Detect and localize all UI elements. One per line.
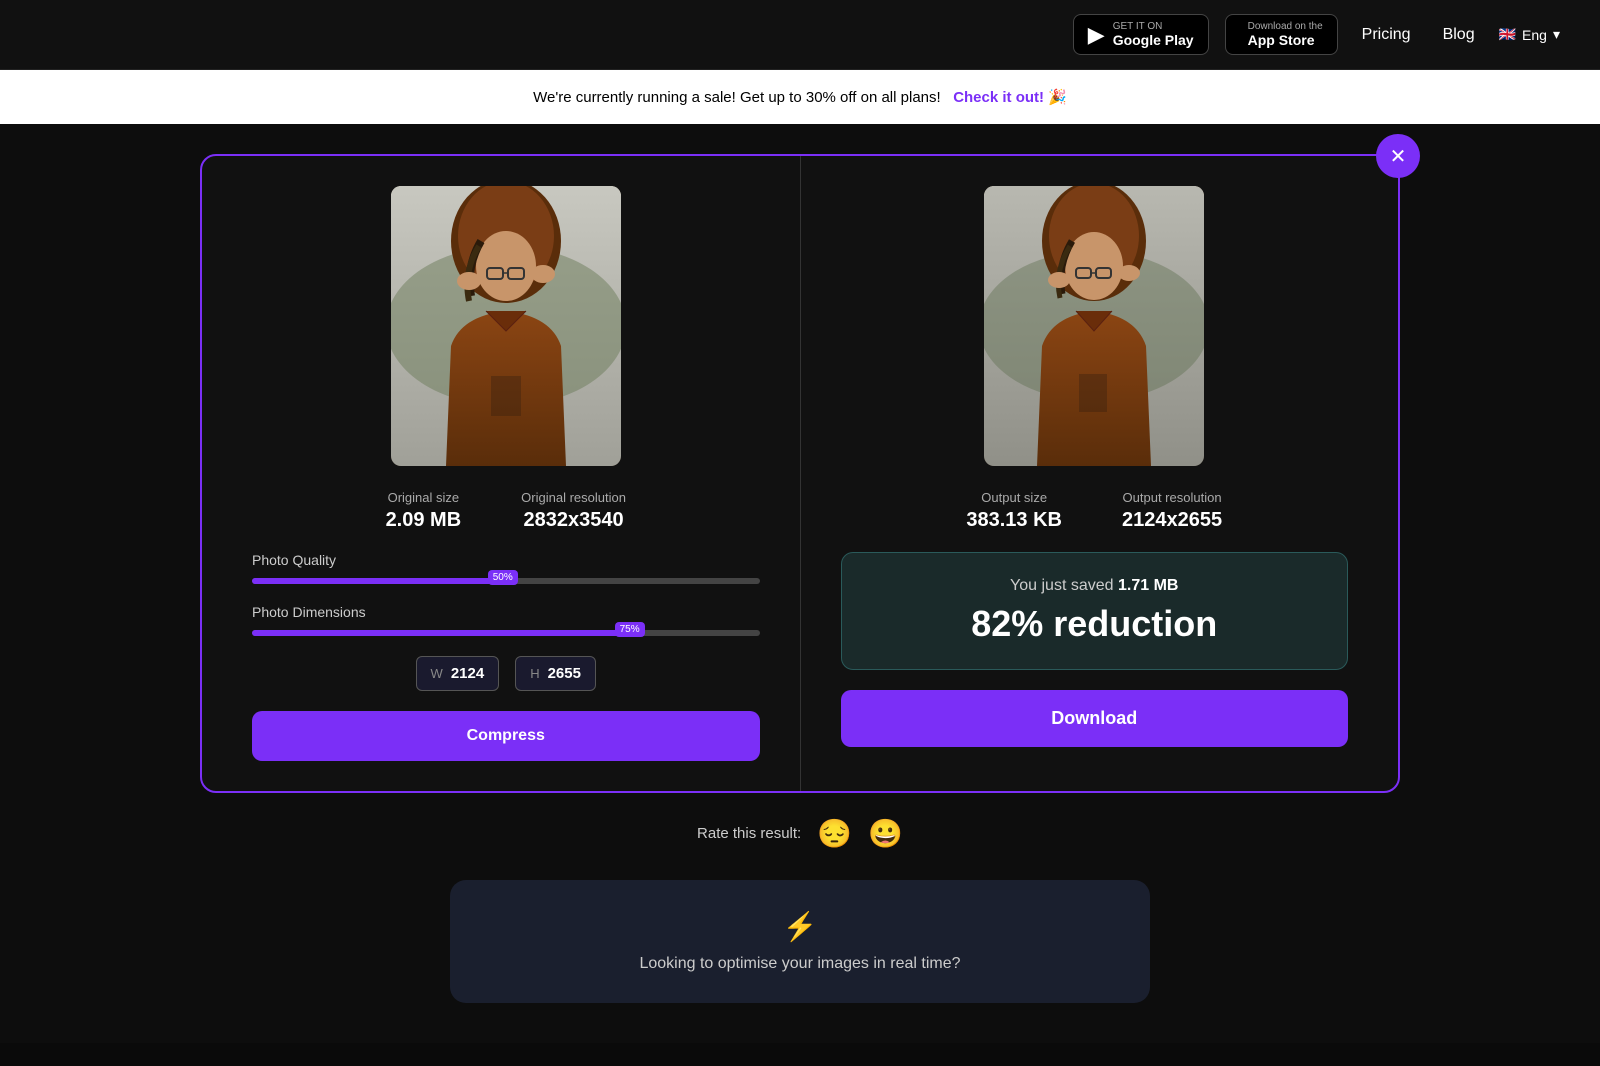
google-play-badge[interactable]: ▶ GET IT ON Google Play [1073,14,1209,55]
output-resolution-value: 2124x2655 [1122,509,1222,532]
chevron-down-icon: ▾ [1553,26,1560,43]
original-info-row: Original size 2.09 MB Original resolutio… [252,490,760,532]
original-size-value: 2.09 MB [386,509,462,532]
original-image-preview [252,186,760,466]
output-info-row: Output size 383.13 KB Output resolution … [841,490,1349,532]
original-resolution-item: Original resolution 2832x3540 [521,490,626,532]
main-content: ✕ [0,124,1600,1043]
savings-label: You just saved [1010,577,1113,594]
savings-amount: 1.71 MB [1118,577,1178,594]
happy-rating-button[interactable]: 😀 [868,817,903,850]
dimensions-label: Photo Dimensions [252,604,760,620]
app-store-badge[interactable]: Download on the App Store [1225,14,1338,55]
dimensions-slider-fill [252,630,633,636]
top-nav: ▶ GET IT ON Google Play Download on the … [0,0,1600,70]
output-resolution-label: Output resolution [1122,490,1222,505]
download-button[interactable]: Download [841,690,1349,747]
rating-row: Rate this result: 😔 😀 [40,817,1560,850]
app-store-sub: Download on the [1248,21,1323,32]
original-image [391,186,621,466]
savings-text: You just saved 1.71 MB [882,577,1308,595]
quality-slider-track[interactable]: 50% [252,578,760,584]
pricing-link[interactable]: Pricing [1354,22,1419,48]
original-resolution-label: Original resolution [521,490,626,505]
output-image [984,186,1204,466]
savings-box: You just saved 1.71 MB 82% reduction [841,552,1349,670]
sad-rating-button[interactable]: 😔 [817,817,852,850]
promo-box: ⚡ Looking to optimise your images in rea… [450,880,1150,1003]
google-play-icon: ▶ [1088,22,1105,48]
app-store-name: App Store [1248,32,1323,48]
quality-slider-container: Photo Quality 50% [252,552,760,584]
width-value: 2124 [451,665,484,682]
dimensions-slider-container: Photo Dimensions 75% [252,604,760,636]
quality-slider-thumb: 50% [488,570,518,585]
flag-icon: 🇬🇧 [1499,26,1516,43]
close-button[interactable]: ✕ [1376,134,1420,178]
output-image-preview [984,186,1204,466]
right-panel: Output size 383.13 KB Output resolution … [801,156,1399,791]
comparison-container: ✕ [200,154,1400,793]
sale-text: We're currently running a sale! Get up t… [533,89,941,106]
quality-label: Photo Quality [252,552,760,568]
height-input[interactable]: H 2655 [515,656,596,691]
language-selector[interactable]: 🇬🇧 Eng ▾ [1499,26,1560,43]
original-size-label: Original size [386,490,462,505]
savings-percent: 82% reduction [882,603,1308,645]
sale-banner: We're currently running a sale! Get up t… [0,70,1600,124]
promo-icon: ⚡ [783,910,818,943]
lang-label: Eng [1522,27,1547,43]
compress-button[interactable]: Compress [252,711,760,761]
original-size-item: Original size 2.09 MB [386,490,462,532]
width-label: W [431,666,443,681]
height-value: 2655 [548,665,581,682]
output-size-label: Output size [966,490,1062,505]
blog-link[interactable]: Blog [1435,22,1483,48]
quality-slider-fill [252,578,506,584]
promo-text: Looking to optimise your images in real … [639,955,960,973]
left-panel: Original size 2.09 MB Original resolutio… [202,156,801,791]
dimensions-slider-thumb: 75% [615,622,645,637]
width-input[interactable]: W 2124 [416,656,500,691]
google-play-sub: GET IT ON [1113,21,1194,32]
sale-link[interactable]: Check it out! 🎉 [953,89,1067,106]
dimensions-row: W 2124 H 2655 [252,656,760,691]
height-label: H [530,666,539,681]
original-resolution-value: 2832x3540 [521,509,626,532]
output-resolution-item: Output resolution 2124x2655 [1122,490,1222,532]
output-size-item: Output size 383.13 KB [966,490,1062,532]
output-size-value: 383.13 KB [966,509,1062,532]
google-play-name: Google Play [1113,32,1194,48]
dimensions-slider-track[interactable]: 75% [252,630,760,636]
rating-label: Rate this result: [697,825,801,842]
